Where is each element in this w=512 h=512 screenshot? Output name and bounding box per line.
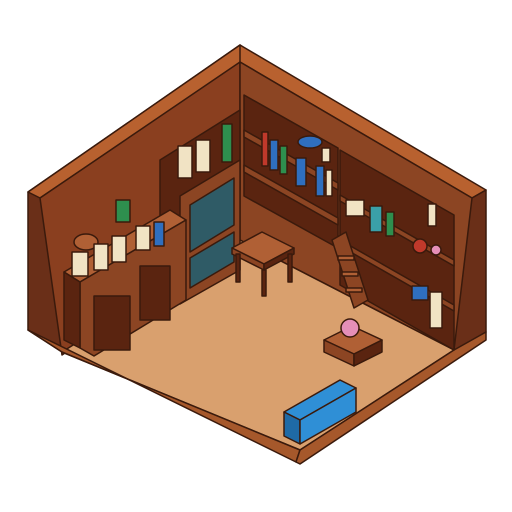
book: [279, 145, 288, 175]
jar-icon: [430, 244, 442, 256]
jar-icon: [153, 221, 165, 247]
box-icon: [345, 199, 365, 217]
isometric-room-scene: [0, 0, 512, 512]
book: [177, 145, 193, 179]
box-icon: [411, 285, 429, 301]
book: [429, 291, 443, 329]
book: [325, 169, 333, 197]
book: [195, 139, 211, 173]
globe-icon: [297, 135, 323, 149]
book: [385, 211, 395, 237]
book: [269, 139, 279, 171]
room-canvas: [27, 44, 487, 465]
jar-icon: [135, 225, 151, 251]
book: [427, 203, 437, 227]
book: [221, 123, 233, 163]
book: [261, 131, 269, 167]
jar-icon: [412, 238, 428, 254]
potion-icon: [340, 318, 360, 338]
book: [321, 147, 331, 163]
jar-icon: [111, 235, 127, 263]
book: [295, 157, 307, 187]
book: [315, 165, 325, 197]
book: [369, 205, 383, 233]
jar-icon: [71, 251, 89, 277]
plant-icon: [115, 199, 131, 223]
jar-icon: [93, 243, 109, 271]
